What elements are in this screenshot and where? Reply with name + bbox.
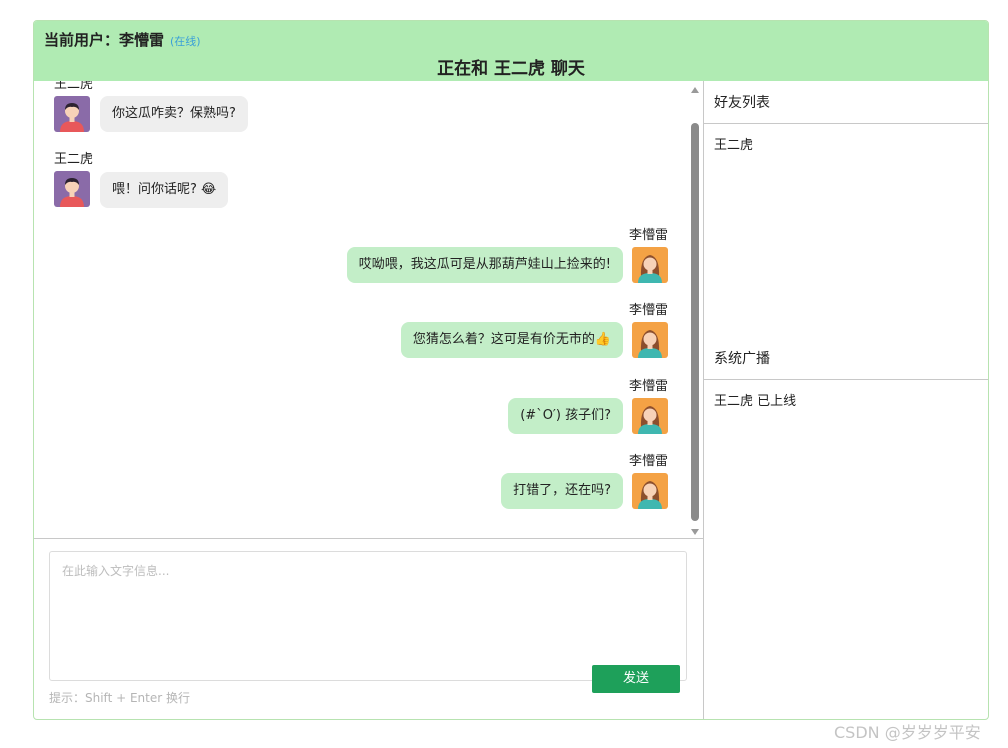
current-user: 当前用户：李懵雷 (在线) (44, 29, 201, 50)
message-bubble: 打错了，还在吗? (501, 473, 623, 509)
message-item: 李懵雷 (629, 224, 668, 243)
message-bubble: 喂！问你话呢? 😂 (100, 172, 229, 208)
friend-item-wangerhu[interactable]: 王二虎 (714, 134, 753, 153)
message-sender: 李懵雷 (628, 228, 668, 243)
broadcast-item: 王二虎 已上线 (714, 394, 797, 409)
chat-window: 当前用户：李懵雷 (在线) 正在和 王二虎 聊天 王二虎 你这瓜咋卖？保熟吗? 王… (33, 20, 989, 720)
girl-avatar-icon (632, 322, 668, 358)
message-input-placeholder: 在此输入文字信息... (62, 564, 170, 578)
message-bubble: 哎呦喂，我这瓜可是从那葫芦娃山上捡来的! (346, 247, 623, 283)
divider (704, 123, 988, 124)
message-bubble: 你这瓜咋卖？保熟吗? (100, 96, 248, 132)
message-sender: 李懵雷 (628, 379, 668, 394)
message-bubble: (#`O′) 孩子们? (508, 398, 623, 434)
avatar-limenglei (632, 398, 668, 434)
input-hint: 提示：Shift + Enter 换行 (49, 691, 190, 705)
message-scrollbar[interactable] (689, 83, 701, 538)
boy-avatar-icon (54, 96, 90, 132)
current-user-label: 当前用户：李懵雷 (44, 31, 165, 49)
message-list[interactable]: 王二虎 你这瓜咋卖？保熟吗? 王二虎 喂！问你话呢? 😂 李懵雷 哎呦喂，我这瓜… (34, 81, 703, 539)
scroll-down-arrow-icon[interactable] (691, 529, 699, 535)
message-item: 王二虎 (54, 81, 93, 92)
girl-avatar-icon (632, 473, 668, 509)
message-item: 李懵雷 (629, 375, 668, 394)
message-bubble: 您猜怎么着？这可是有价无市的👍 (400, 322, 623, 358)
message-sender: 李懵雷 (628, 303, 668, 318)
message-sender: 王二虎 (54, 152, 94, 167)
broadcast-title: 系统广播 (714, 351, 770, 367)
divider (704, 379, 988, 380)
watermark: CSDN @岁岁岁平安 (834, 723, 981, 742)
message-sender: 李懵雷 (628, 454, 668, 469)
chat-title: 正在和 王二虎 聊天 (437, 59, 585, 79)
send-button[interactable]: 发送 (592, 665, 680, 693)
composer: 在此输入文字信息... 发送 提示：Shift + Enter 换行 (34, 539, 703, 719)
message-item: 王二虎 (54, 148, 93, 167)
message-item: 李懵雷 (629, 450, 668, 469)
chat-header: 当前用户：李懵雷 (在线) 正在和 王二虎 聊天 (34, 21, 988, 81)
friends-list-title: 好友列表 (714, 95, 770, 111)
avatar-wangerhu (54, 171, 90, 207)
avatar-limenglei (632, 247, 668, 283)
girl-avatar-icon (632, 398, 668, 434)
message-item: 李懵雷 (629, 299, 668, 318)
message-input[interactable]: 在此输入文字信息... (49, 551, 687, 681)
avatar-wangerhu (54, 96, 90, 132)
sidebar: 好友列表 王二虎 系统广播 王二虎 已上线 (703, 81, 988, 719)
scrollbar-thumb[interactable] (691, 123, 699, 521)
girl-avatar-icon (632, 247, 668, 283)
scroll-up-arrow-icon[interactable] (691, 87, 699, 93)
online-status: (在线) (170, 35, 201, 48)
boy-avatar-icon (54, 171, 90, 207)
avatar-limenglei (632, 473, 668, 509)
avatar-limenglei (632, 322, 668, 358)
message-sender: 王二虎 (54, 81, 94, 92)
